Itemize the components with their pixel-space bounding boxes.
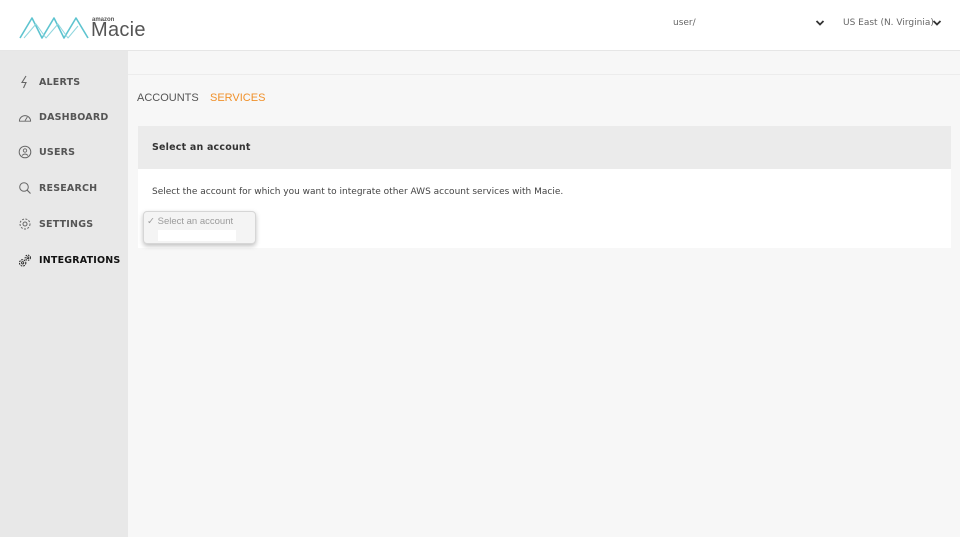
sidebar-item-dashboard[interactable]: DASHBOARD <box>18 109 108 125</box>
user-circle-icon <box>18 145 32 159</box>
region-menu[interactable]: US East (N. Virginia) <box>843 18 948 34</box>
sidebar-item-label: USERS <box>39 146 76 158</box>
macie-wave-icon <box>19 17 89 39</box>
region-label: US East (N. Virginia) <box>843 18 934 28</box>
account-select-option[interactable]: ✓ Select an account <box>147 216 233 227</box>
account-select-dropdown[interactable]: ✓ Select an account <box>143 211 256 244</box>
user-menu[interactable]: user/ <box>673 18 833 34</box>
sidebar-item-users[interactable]: USERS <box>18 144 75 160</box>
sidebar-item-label: SETTINGS <box>39 218 94 230</box>
sidebar-item-label: DASHBOARD <box>39 111 109 123</box>
chevron-down-icon <box>815 20 825 26</box>
top-header: amazon Macie user/ US East (N. Virginia) <box>0 0 960 51</box>
gear-icon <box>18 217 32 231</box>
panel-description: Select the account for which you want to… <box>152 187 564 197</box>
user-label: user/ <box>673 18 696 28</box>
gauge-icon <box>18 110 32 124</box>
sidebar-item-label: ALERTS <box>39 76 81 88</box>
panel-header: Select an account <box>138 126 951 169</box>
gears-icon <box>18 253 32 267</box>
panel-body: Select the account for which you want to… <box>138 169 951 248</box>
brand-name: Macie <box>91 19 146 41</box>
chevron-down-icon <box>932 20 942 26</box>
check-icon: ✓ <box>147 216 155 227</box>
sidebar-item-label: INTEGRATIONS <box>39 254 121 266</box>
content-top-strip <box>128 51 960 75</box>
bolt-icon <box>18 75 32 89</box>
sidebar-item-research[interactable]: RESEARCH <box>18 180 97 196</box>
macie-logo[interactable]: amazon Macie <box>18 10 158 44</box>
account-select-label: Select an account <box>157 216 234 227</box>
sidebar-item-label: RESEARCH <box>39 182 98 194</box>
account-option-blank[interactable] <box>158 230 236 241</box>
tab-services[interactable]: SERVICES <box>210 92 265 104</box>
panel-title: Select an account <box>152 142 251 153</box>
tab-accounts[interactable]: ACCOUNTS <box>137 92 199 104</box>
sidebar-item-alerts[interactable]: ALERTS <box>18 74 80 90</box>
sidebar-item-integrations[interactable]: INTEGRATIONS <box>18 252 120 268</box>
sidebar-item-settings[interactable]: SETTINGS <box>18 216 93 232</box>
search-icon <box>18 181 32 195</box>
sidebar: ALERTS DASHBOARD USERS RESEARCH SETTINGS… <box>0 51 128 537</box>
